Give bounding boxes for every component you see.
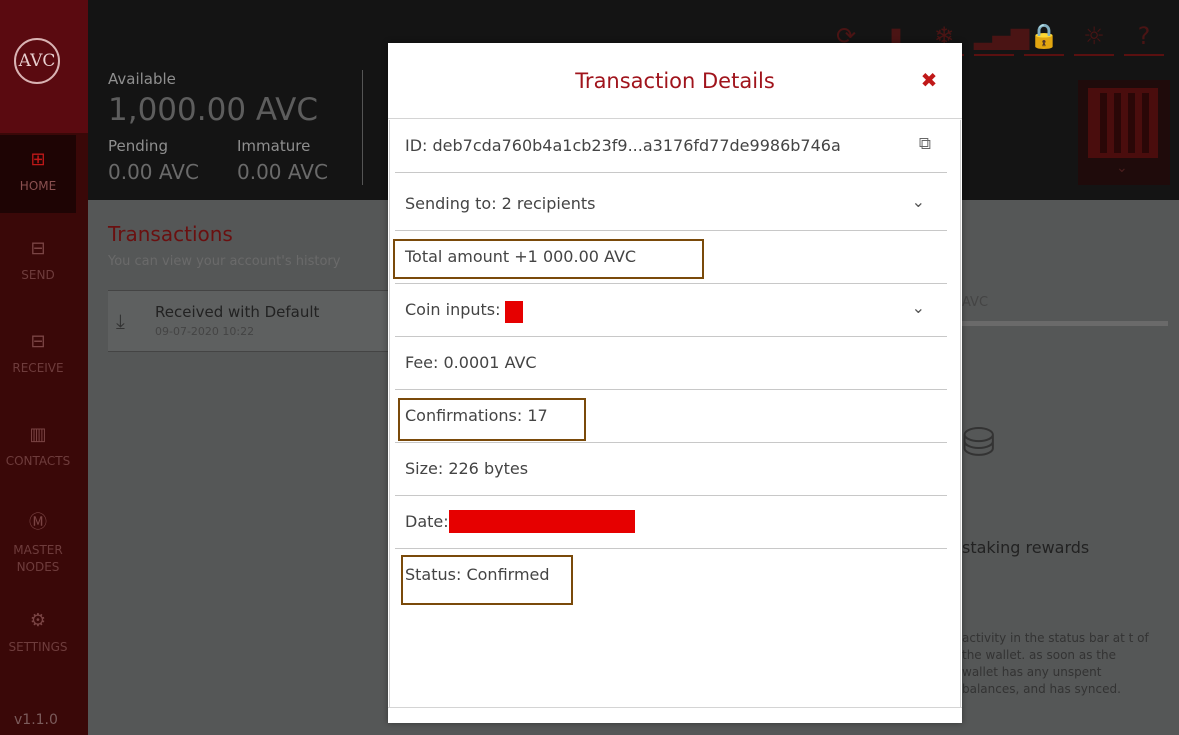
id-row: ID: deb7cda760b4a1cb23f9...a3176fd77de99… [395,120,947,173]
transaction-id: ID: deb7cda760b4a1cb23f9...a3176fd77de99… [405,136,841,155]
masternodes-icon: Ⓜ [29,512,47,533]
pending-label: Pending [108,137,168,155]
chevron-down-icon[interactable]: ⌄ [912,298,925,317]
available-label: Available [108,70,176,88]
coin-inputs-row[interactable]: Coin inputs: ⌄ [395,284,947,337]
lock-icon[interactable]: 🔒 [1024,16,1064,56]
pending-balance: 0.00 AVC [108,160,199,184]
settings-icon: ⚙ [29,610,47,631]
copy-icon[interactable]: ⧉ [919,134,931,154]
coins-icon: ⛁ [962,420,996,466]
date-redaction [449,510,635,533]
sidebar-item-label: HOME [19,179,57,193]
contacts-icon: ▥ [29,424,47,445]
table-row[interactable]: ⤓ Received with Default 09-07-2020 10:22 [108,290,398,352]
fee-text: Fee: 0.0001 AVC [405,353,537,372]
coin-inputs-text: Coin inputs: [405,300,501,319]
tab-underline [962,321,1168,326]
sidebar-item-settings[interactable]: ⚙ SETTINGS [0,610,76,654]
sidebar: AVC ⊞ HOME ⊟ SEND ⊟ RECEIVE ▥ CONTACTS Ⓜ… [0,0,88,735]
send-icon: ⊟ [30,238,46,259]
sidebar-item-label: MASTER NODES [13,543,63,574]
sidebar-item-receive[interactable]: ⊟ RECEIVE [0,331,76,375]
sidebar-item-contacts[interactable]: ▥ CONTACTS [0,424,76,468]
modal-footer-divider [388,707,962,708]
sidebar-item-masternodes[interactable]: Ⓜ MASTER NODES [0,512,76,576]
available-balance: 1,000.00 AVC [108,92,318,128]
transaction-label: Received with Default [155,303,320,321]
sidebar-item-label: CONTACTS [5,454,71,468]
close-icon[interactable]: ✖ [920,70,938,90]
sidebar-item-send[interactable]: ⊟ SEND [0,238,76,282]
highlight-total-amount [393,239,704,279]
signal-icon[interactable]: ▂▄▆ [974,16,1029,56]
logo-area: AVC [0,0,88,133]
coin-inputs-redaction [505,301,523,323]
immature-label: Immature [237,137,311,155]
date-text: Date: [405,512,449,531]
sidebar-item-label: SETTINGS [8,640,68,654]
sidebar-item-home[interactable]: ⊞ HOME [0,135,76,213]
staking-title: staking rewards [962,538,1090,557]
download-icon: ⤓ [116,309,125,333]
sending-to-row[interactable]: Sending to: 2 recipients ⌄ [395,178,947,231]
home-icon: ⊞ [30,149,46,170]
modal-title: Transaction Details [575,69,775,93]
transaction-date: 09-07-2020 10:22 [155,325,255,338]
receive-icon: ⊟ [30,331,46,352]
qr-code-panel[interactable]: ⌄ [1078,80,1170,185]
staking-panel: AVC ⛁ staking rewards activity in the st… [962,230,1179,735]
sidebar-item-label: SEND [21,268,55,282]
help-icon[interactable]: ? [1124,16,1164,56]
sending-to-text: Sending to: 2 recipients [405,194,596,213]
staking-tab[interactable]: AVC [962,295,988,310]
app-logo: AVC [14,38,60,84]
chevron-down-icon[interactable]: ⌄ [1116,160,1128,176]
highlight-status [401,555,573,605]
transactions-title: Transactions [108,222,233,246]
size-text: Size: 226 bytes [405,459,529,478]
sun-icon[interactable]: ☼ [1074,16,1114,56]
header-divider [362,70,363,185]
transaction-details-modal: Transaction Details ✖ ID: deb7cda760b4a1… [388,43,962,723]
transactions-subtitle: You can view your account's history [108,254,341,269]
version-label: v1.1.0 [14,712,58,728]
chevron-down-icon[interactable]: ⌄ [912,192,925,211]
fee-row: Fee: 0.0001 AVC [395,337,947,390]
staking-description: activity in the status bar at t of the w… [962,631,1149,696]
modal-header: Transaction Details ✖ [388,43,962,119]
qr-code [1088,88,1158,158]
highlight-confirmations [398,398,586,441]
immature-balance: 0.00 AVC [237,160,328,184]
sidebar-item-label: RECEIVE [12,361,64,375]
size-row: Size: 226 bytes [395,443,947,496]
